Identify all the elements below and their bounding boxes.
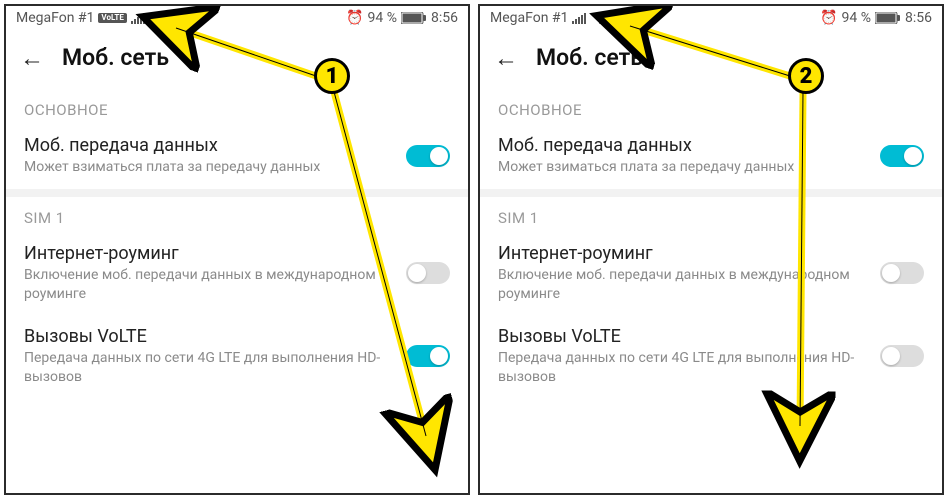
battery-pct: 94 % [368, 10, 397, 26]
divider [6, 189, 468, 197]
mobile-data-title: Моб. передача данных [498, 135, 864, 156]
clock: 8:56 [431, 10, 458, 26]
roaming-toggle[interactable] [406, 262, 450, 284]
roaming-row[interactable]: Интернет-роуминг Включение моб. передачи… [480, 233, 942, 316]
volte-badge: VoLTE [98, 13, 126, 23]
wifi-icon [151, 12, 167, 24]
mobile-data-row[interactable]: Моб. передача данных Может взиматься пла… [480, 125, 942, 189]
phone-panel: MegaFon #1 VoLTE ⏰ 94 % 8:56 ← Моб. сеть… [4, 4, 470, 495]
mobile-data-title: Моб. передача данных [24, 135, 390, 156]
battery-icon [401, 12, 427, 24]
roaming-title: Интернет-роуминг [24, 243, 390, 264]
volte-desc: Передача данных по сети 4G LTE для выпол… [498, 349, 864, 387]
volte-row[interactable]: Вызовы VoLTE Передача данных по сети 4G … [480, 316, 942, 399]
roaming-toggle[interactable] [880, 262, 924, 284]
signal-icon [131, 12, 147, 24]
back-arrow-icon[interactable]: ← [494, 46, 518, 70]
volte-title: Вызовы VoLTE [498, 326, 864, 347]
carrier-label: MegaFon #1 [16, 10, 94, 26]
alarm-icon: ⏰ [820, 10, 837, 26]
annotation-marker: 2 [788, 58, 824, 94]
roaming-desc: Включение моб. передачи данных в междуна… [498, 266, 864, 304]
roaming-desc: Включение моб. передачи данных в междуна… [24, 266, 390, 304]
alarm-icon: ⏰ [346, 10, 363, 26]
volte-title: Вызовы VoLTE [24, 326, 390, 347]
volte-toggle[interactable] [880, 345, 924, 367]
page-title: Моб. сеть [536, 44, 643, 71]
mobile-data-toggle[interactable] [880, 145, 924, 167]
signal-icon [572, 12, 588, 24]
battery-pct: 94 % [842, 10, 871, 26]
roaming-row[interactable]: Интернет-роуминг Включение моб. передачи… [6, 233, 468, 316]
wifi-icon [592, 12, 608, 24]
battery-icon [875, 12, 901, 24]
mobile-data-row[interactable]: Моб. передача данных Может взиматься пла… [6, 125, 468, 189]
roaming-title: Интернет-роуминг [498, 243, 864, 264]
back-arrow-icon[interactable]: ← [20, 46, 44, 70]
mobile-data-desc: Может взиматься плата за передачу данных [24, 158, 390, 177]
page-header: ← Моб. сеть [6, 28, 468, 89]
divider [480, 189, 942, 197]
annotation-marker: 1 [314, 58, 350, 94]
volte-desc: Передача данных по сети 4G LTE для выпол… [24, 349, 390, 387]
carrier-label: MegaFon #1 [490, 10, 568, 26]
section-main-label: ОСНОВНОЕ [480, 89, 942, 125]
status-bar: MegaFon #1 VoLTE ⏰ 94 % 8:56 [6, 6, 468, 28]
mobile-data-desc: Может взиматься плата за передачу данных [498, 158, 864, 177]
clock: 8:56 [905, 10, 932, 26]
section-sim-label: SIM 1 [6, 197, 468, 233]
section-sim-label: SIM 1 [480, 197, 942, 233]
volte-row[interactable]: Вызовы VoLTE Передача данных по сети 4G … [6, 316, 468, 399]
section-main-label: ОСНОВНОЕ [6, 89, 468, 125]
page-title: Моб. сеть [62, 44, 169, 71]
mobile-data-toggle[interactable] [406, 145, 450, 167]
volte-toggle[interactable] [406, 345, 450, 367]
phone-panel: MegaFon #1 ⏰ 94 % 8:56 ← Моб. сеть ОСНОВ… [478, 4, 944, 495]
page-header: ← Моб. сеть [480, 28, 942, 89]
status-bar: MegaFon #1 ⏰ 94 % 8:56 [480, 6, 942, 28]
